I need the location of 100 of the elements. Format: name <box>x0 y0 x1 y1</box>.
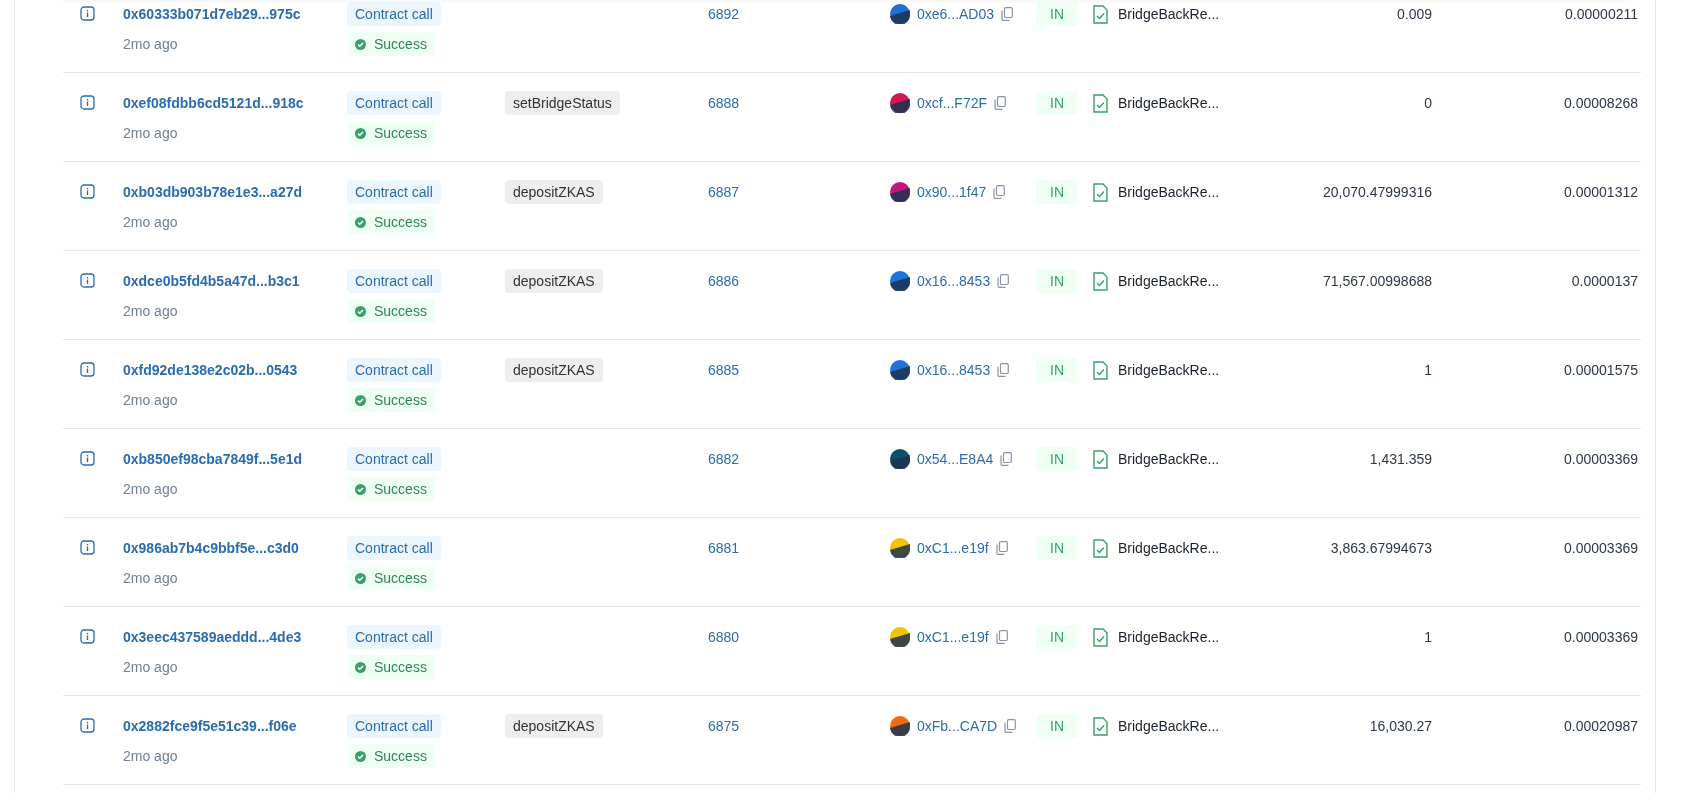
address-avatar-icon <box>890 4 910 24</box>
recipient-contract-name[interactable]: BridgeBackRe... <box>1118 540 1220 556</box>
transaction-value: 71,567.00998688 <box>1323 273 1432 289</box>
contract-file-check-icon <box>1093 271 1108 291</box>
copy-icon[interactable] <box>993 185 1006 199</box>
info-icon[interactable] <box>80 362 95 377</box>
transaction-type-badge: Contract call <box>347 358 441 382</box>
transaction-value: 1,431.359 <box>1369 451 1432 467</box>
transaction-type-badge: Contract call <box>347 447 441 471</box>
check-circle-icon <box>355 750 366 762</box>
transaction-type-badge: Contract call <box>347 269 441 293</box>
transaction-hash-link[interactable]: 0xb850ef98cba7849f...5e1d <box>123 447 302 471</box>
status-badge: Success <box>347 744 435 768</box>
transaction-fee: 0.00008268 <box>1564 95 1638 111</box>
transaction-hash-link[interactable]: 0x2882fce9f5e51c39...f06e <box>123 714 297 738</box>
contract-file-check-icon <box>1093 449 1108 469</box>
check-circle-icon <box>355 38 366 50</box>
recipient-contract-name[interactable]: BridgeBackRe... <box>1118 451 1220 467</box>
contract-file-check-icon <box>1093 716 1108 736</box>
recipient-contract-name[interactable]: BridgeBackRe... <box>1118 362 1220 378</box>
info-icon[interactable] <box>80 95 95 110</box>
block-number-link[interactable]: 6881 <box>708 540 740 556</box>
copy-icon[interactable] <box>997 274 1010 288</box>
transaction-hash-link[interactable]: 0xef08fdbb6cd5121d...918c <box>123 91 304 115</box>
sender-address-link[interactable]: 0xC1...e19f <box>917 540 989 556</box>
address-avatar-icon <box>890 182 910 202</box>
check-circle-icon <box>355 483 366 495</box>
transaction-age: 2mo ago <box>123 480 178 499</box>
sender-address-link[interactable]: 0xcf...F72F <box>917 95 988 111</box>
info-icon[interactable] <box>80 6 95 21</box>
sender-address-link[interactable]: 0xe6...AD03 <box>917 6 995 22</box>
method-badge: depositZKAS <box>505 358 603 382</box>
sender-address-link[interactable]: 0xC1...e19f <box>917 629 989 645</box>
transaction-hash-link[interactable]: 0x3eec437589aeddd...4de3 <box>123 625 302 649</box>
copy-icon[interactable] <box>1004 719 1017 733</box>
transaction-age: 2mo ago <box>123 747 178 766</box>
block-number-link[interactable]: 6882 <box>708 451 740 467</box>
direction-badge: IN <box>1036 536 1078 560</box>
status-badge: Success <box>347 210 435 234</box>
block-number-link[interactable]: 6875 <box>708 718 740 734</box>
block-number-link[interactable]: 6885 <box>708 362 740 378</box>
info-icon[interactable] <box>80 273 95 288</box>
block-number-link[interactable]: 6886 <box>708 273 740 289</box>
transaction-fee: 0.0000137 <box>1571 273 1638 289</box>
block-number-link[interactable]: 6880 <box>708 629 740 645</box>
transaction-type-badge: Contract call <box>347 180 441 204</box>
address-avatar-icon <box>890 449 910 469</box>
transaction-type-badge: Contract call <box>347 2 441 26</box>
info-icon[interactable] <box>80 540 95 555</box>
block-number-link[interactable]: 6888 <box>708 95 740 111</box>
transaction-value: 1 <box>1424 629 1432 645</box>
copy-icon[interactable] <box>997 363 1010 377</box>
recipient-contract-name[interactable]: BridgeBackRe... <box>1118 6 1220 22</box>
method-badge: depositZKAS <box>505 269 603 293</box>
info-icon[interactable] <box>80 451 95 466</box>
address-avatar-icon <box>890 360 910 380</box>
contract-file-check-icon <box>1093 538 1108 558</box>
transaction-hash-link[interactable]: 0xfd92de138e2c02b...0543 <box>123 358 298 382</box>
transaction-fee: 0.00003369 <box>1564 540 1638 556</box>
sender-address-link[interactable]: 0x16...8453 <box>917 273 991 289</box>
recipient-contract-name[interactable]: BridgeBackRe... <box>1118 273 1220 289</box>
sender-address-link[interactable]: 0xFb...CA7D <box>917 718 998 734</box>
address-avatar-icon <box>890 538 910 558</box>
status-badge: Success <box>347 299 435 323</box>
transaction-hash-link[interactable]: 0xdce0b5fd4b5a47d...b3c1 <box>123 269 300 293</box>
transaction-type-badge: Contract call <box>347 91 441 115</box>
contract-file-check-icon <box>1093 360 1108 380</box>
copy-icon[interactable] <box>1001 7 1014 21</box>
block-number-link[interactable]: 6887 <box>708 184 740 200</box>
direction-badge: IN <box>1036 358 1078 382</box>
block-number-link[interactable]: 6892 <box>708 6 740 22</box>
transaction-type-badge: Contract call <box>347 536 441 560</box>
copy-icon[interactable] <box>994 96 1007 110</box>
recipient-contract-name[interactable]: BridgeBackRe... <box>1118 184 1220 200</box>
transaction-value: 1 <box>1424 362 1432 378</box>
transaction-hash-link[interactable]: 0x986ab7b4c9bbf5e...c3d0 <box>123 536 299 560</box>
transaction-fee: 0.00003369 <box>1564 451 1638 467</box>
info-icon[interactable] <box>80 718 95 733</box>
info-icon[interactable] <box>80 629 95 644</box>
sender-address-link[interactable]: 0x90...1f47 <box>917 184 987 200</box>
transaction-hash-link[interactable]: 0xb03db903b78e1e3...a27d <box>123 180 302 204</box>
copy-icon[interactable] <box>995 541 1008 555</box>
address-avatar-icon <box>890 627 910 647</box>
info-icon[interactable] <box>80 184 95 199</box>
copy-icon[interactable] <box>1000 452 1013 466</box>
direction-badge: IN <box>1036 180 1078 204</box>
transaction-hash-link[interactable]: 0x60333b071d7eb29...975c <box>123 2 301 26</box>
sender-address-link[interactable]: 0x16...8453 <box>917 362 991 378</box>
transaction-value: 20,070.47999316 <box>1323 184 1432 200</box>
copy-icon[interactable] <box>995 630 1008 644</box>
recipient-contract-name[interactable]: BridgeBackRe... <box>1118 718 1220 734</box>
transaction-fee: 0.00000211 <box>1565 6 1638 22</box>
sender-address-link[interactable]: 0x54...E8A4 <box>917 451 994 467</box>
transaction-value: 16,030.27 <box>1369 718 1432 734</box>
address-avatar-icon <box>890 271 910 291</box>
method-badge: depositZKAS <box>505 714 603 738</box>
recipient-contract-name[interactable]: BridgeBackRe... <box>1118 95 1220 111</box>
address-avatar-icon <box>890 716 910 736</box>
recipient-contract-name[interactable]: BridgeBackRe... <box>1118 629 1220 645</box>
transaction-type-badge: Contract call <box>347 625 441 649</box>
